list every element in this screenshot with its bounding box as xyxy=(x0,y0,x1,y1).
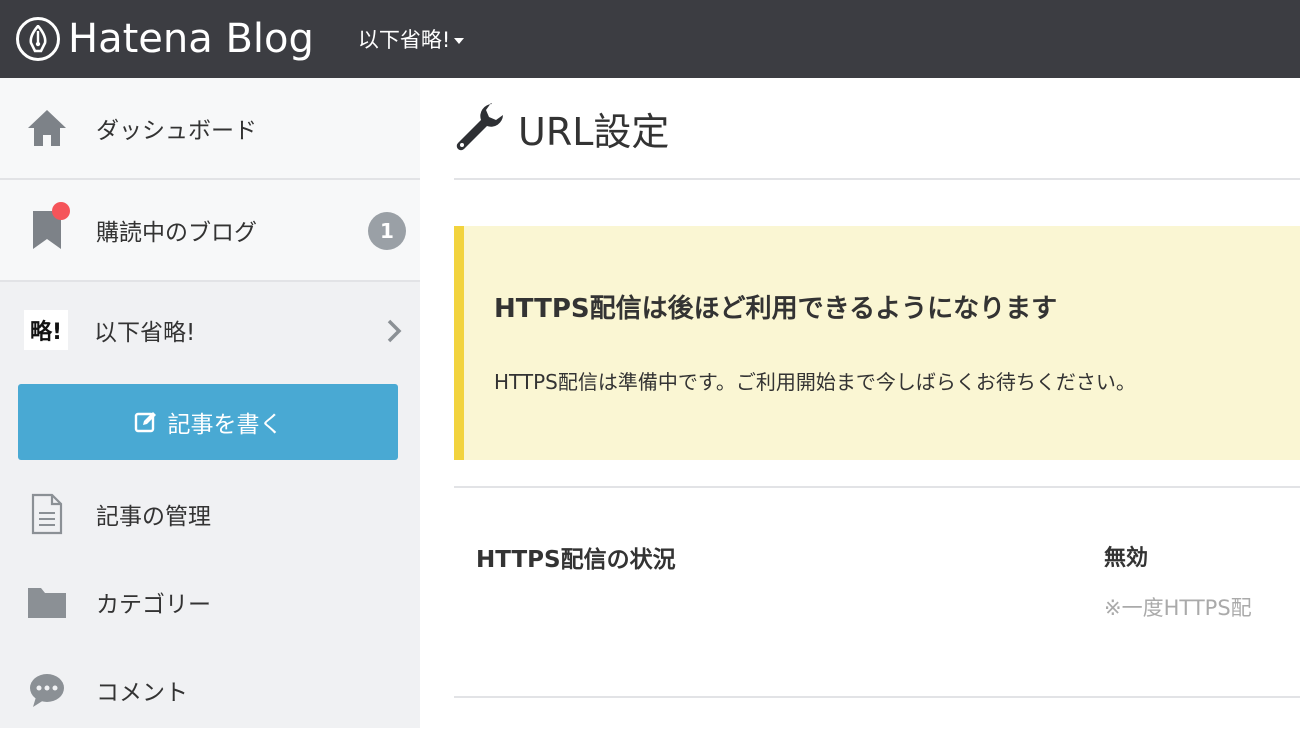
sidebar-item-dashboard[interactable]: ダッシュボード xyxy=(0,78,420,180)
sidebar-item-label: 記事の管理 xyxy=(96,504,211,530)
blog-icon-text: 略! xyxy=(29,320,63,345)
write-button-label: 記事を書く xyxy=(167,412,283,438)
sidebar-item-blog[interactable]: 略! 以下省略! xyxy=(0,282,420,378)
divider xyxy=(454,696,1300,698)
sidebar-item-label: コメント xyxy=(96,680,188,706)
write-article-button[interactable]: 記事を書く xyxy=(18,384,398,460)
https-notice-box: HTTPS配信は後ほど利用できるようになります HTTPS配信は準備中です。ご利… xyxy=(454,226,1300,460)
sidebar-item-label: ダッシュボード xyxy=(96,118,257,144)
logo-text: Hatena Blog xyxy=(68,16,314,62)
sidebar-item-label: 以下省略! xyxy=(94,320,196,346)
notification-dot xyxy=(52,202,70,220)
blog-icon: 略! xyxy=(24,310,68,350)
unread-count-badge: 1 xyxy=(368,212,406,250)
https-status-label: HTTPS配信の状況 xyxy=(476,547,676,573)
https-status-note: ※一度HTTPS配 xyxy=(1104,596,1252,620)
caret-down-icon xyxy=(454,37,465,44)
https-status-value: 無効 xyxy=(1104,546,1149,571)
blog-switcher-dropdown[interactable]: 以下省略! xyxy=(357,24,465,54)
sidebar-menu: 記事の管理 カテゴリー コメント xyxy=(0,470,420,734)
comment-icon xyxy=(24,667,70,713)
sidebar-item-manage-articles[interactable]: 記事の管理 xyxy=(0,470,420,558)
home-icon xyxy=(24,105,70,151)
hatena-blog-logo[interactable]: Hatena Blog xyxy=(16,0,314,78)
sidebar-item-label: 購読中のブログ xyxy=(96,220,257,246)
pen-nib-icon xyxy=(16,17,60,61)
edit-icon xyxy=(134,410,158,434)
document-icon xyxy=(24,491,70,537)
current-blog-name: 以下省略! xyxy=(357,28,451,52)
top-navigation-bar: Hatena Blog 以下省略! xyxy=(0,0,1300,78)
chevron-right-icon xyxy=(386,318,402,348)
divider xyxy=(454,486,1300,488)
page-header: URL設定 xyxy=(454,78,1300,180)
sidebar-item-label: カテゴリー xyxy=(96,592,211,618)
page-title: URL設定 xyxy=(518,109,670,154)
folder-icon xyxy=(24,579,70,625)
sidebar: ダッシュボード 購読中のブログ 1 略! 以下省略! 記事を書く 記事の管理 カ… xyxy=(0,78,420,728)
sidebar-item-categories[interactable]: カテゴリー xyxy=(0,558,420,646)
notice-text: HTTPS配信は準備中です。ご利用開始まで今しばらくお待ちください。 xyxy=(494,370,1136,394)
sidebar-item-subscribed-blogs[interactable]: 購読中のブログ 1 xyxy=(0,180,420,282)
notice-title: HTTPS配信は後ほど利用できるようになります xyxy=(494,294,1058,324)
main-content: URL設定 HTTPS配信は後ほど利用できるようになります HTTPS配信は準備… xyxy=(420,78,1300,728)
wrench-icon xyxy=(454,100,506,156)
sidebar-item-comments[interactable]: コメント xyxy=(0,646,420,734)
